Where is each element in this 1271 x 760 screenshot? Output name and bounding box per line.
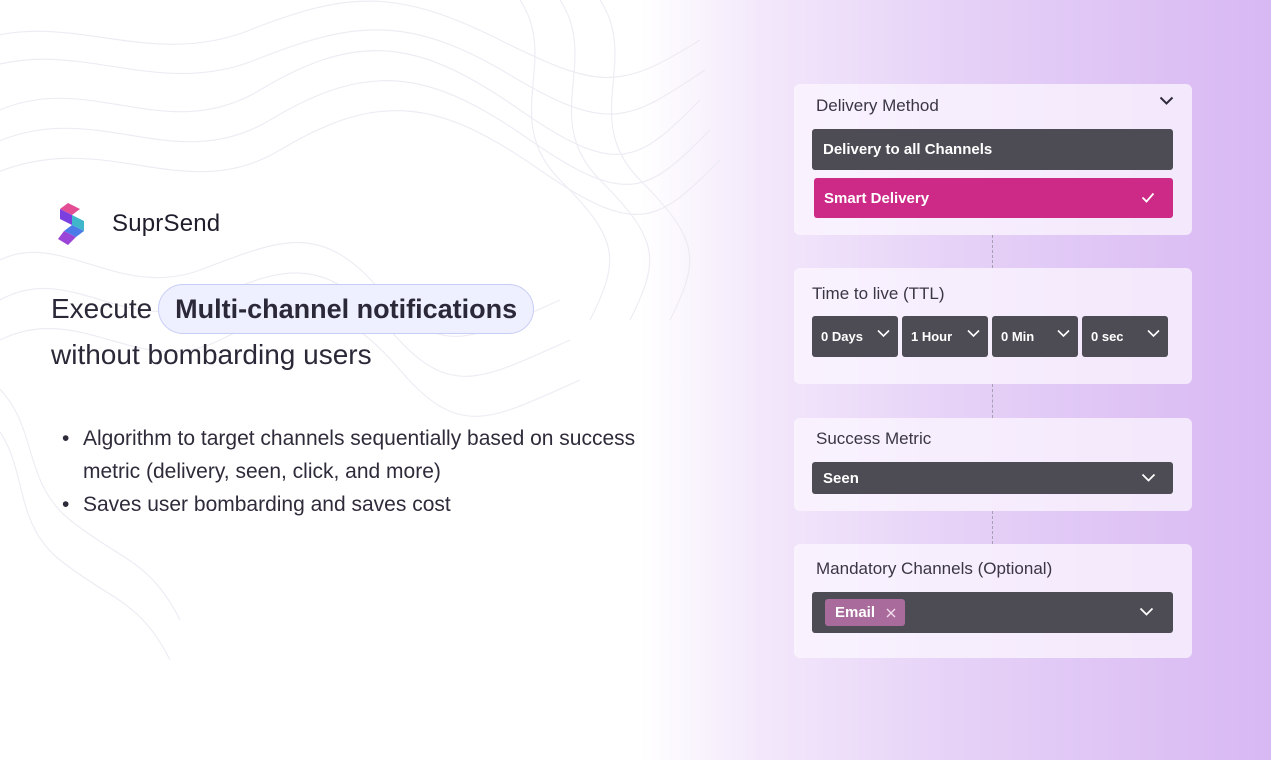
success-metric-value: Seen (823, 469, 859, 487)
ttl-hours-select[interactable]: 1 Hour (902, 316, 988, 357)
chevron-down-icon (877, 329, 890, 338)
feature-item: Algorithm to target channels sequentiall… (62, 422, 642, 488)
ttl-hours-value: 1 Hour (911, 329, 953, 344)
connector-line (992, 235, 993, 268)
suprsend-logo (58, 203, 84, 245)
chip-label: Email (835, 604, 876, 621)
delivery-method-title: Delivery Method (816, 96, 939, 115)
ttl-minutes-select[interactable]: 0 Min (992, 316, 1078, 357)
success-metric-title: Success Metric (816, 429, 932, 448)
chevron-down-icon[interactable] (1159, 96, 1174, 106)
brand-name: SuprSend (112, 210, 221, 237)
chevron-down-icon (1147, 329, 1160, 338)
connector-line (992, 511, 993, 544)
email-chip[interactable]: Email (825, 599, 905, 626)
close-icon[interactable] (886, 608, 896, 618)
feature-list: Algorithm to target channels sequentiall… (62, 422, 642, 521)
success-metric-select[interactable]: Seen (812, 462, 1173, 494)
brand: SuprSend (54, 201, 220, 247)
ttl-seconds-select[interactable]: 0 sec (1082, 316, 1168, 357)
ttl-days-select[interactable]: 0 Days (812, 316, 898, 357)
headline-line2: without bombarding users (51, 339, 372, 370)
mandatory-channels-title: Mandatory Channels (Optional) (816, 559, 1053, 578)
option-label: Delivery to all Channels (823, 141, 993, 158)
delivery-option-smart-delivery[interactable]: Smart Delivery (814, 178, 1173, 218)
feature-item: Saves user bombarding and saves cost (62, 488, 642, 521)
ttl-minutes-value: 0 Min (1001, 329, 1035, 344)
check-icon (1141, 192, 1155, 203)
delivery-option-all-channels[interactable]: Delivery to all Channels (812, 129, 1173, 170)
headline-prefix: Execute (51, 293, 153, 324)
chevron-down-icon (1057, 329, 1070, 338)
ttl-seconds-value: 0 sec (1091, 329, 1124, 344)
headline: Execute Multi-channel notifications with… (51, 284, 535, 372)
ttl-title: Time to live (TTL) (812, 284, 945, 303)
chevron-down-icon (1141, 473, 1156, 482)
headline-highlight: Multi-channel notifications (158, 284, 535, 334)
option-label: Smart Delivery (824, 189, 930, 207)
ttl-days-value: 0 Days (821, 329, 863, 344)
chevron-down-icon (967, 329, 980, 338)
chevron-down-icon (1139, 607, 1154, 616)
connector-line (992, 384, 993, 418)
